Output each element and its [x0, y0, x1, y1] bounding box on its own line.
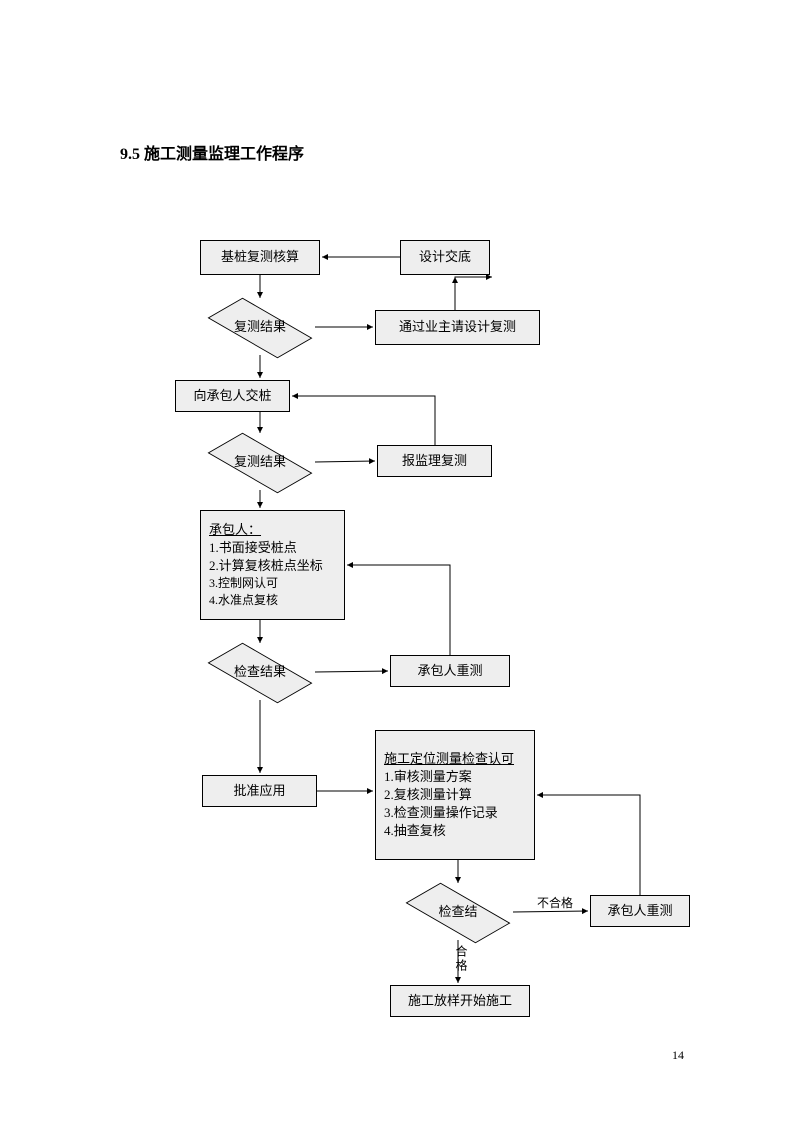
node-contractor-retest-2: 承包人重测: [590, 895, 690, 927]
node-item: 4.水准点复核: [209, 592, 336, 609]
node-title: 施工定位测量检查认可: [384, 750, 526, 768]
decision-retest-result-1: 复测结果: [205, 300, 315, 355]
node-start-construction: 施工放样开始施工: [390, 985, 530, 1017]
flowchart-connectors: [0, 0, 794, 1123]
node-request-design-retest: 通过业主请设计复测: [375, 310, 540, 345]
node-label: 承包人重测: [417, 662, 482, 680]
decision-retest-result-2: 复测结果: [205, 435, 315, 490]
node-label: 基桩复测核算: [221, 248, 299, 266]
node-construction-positioning: 施工定位测量检查认可 1.审核测量方案 2.复核测量计算 3.检查测量操作记录 …: [375, 730, 535, 860]
node-contractor-tasks: 承包人： 1.书面接受桩点 2.计算复核桩点坐标 3.控制网认可 4.水准点复核: [200, 510, 345, 620]
node-label: 向承包人交桩: [193, 387, 271, 405]
node-contractor-retest-1: 承包人重测: [390, 655, 510, 687]
decision-label: 复测结果: [234, 320, 286, 334]
node-label: 报监理复测: [402, 452, 467, 470]
node-item: 1.书面接受桩点: [209, 539, 336, 557]
page-number: 14: [672, 1048, 684, 1063]
node-label: 批准应用: [233, 782, 285, 800]
node-approve-application: 批准应用: [202, 775, 317, 807]
node-title: 承包人：: [209, 521, 336, 539]
decision-label: 检查结果: [234, 665, 286, 679]
section-heading: 9.5 施工测量监理工作程序: [120, 140, 304, 164]
decision-check-result-1: 检查结果: [205, 645, 315, 700]
node-report-supervision-retest: 报监理复测: [377, 445, 492, 477]
flowchart-canvas: 9.5 施工测量监理工作程序 基桩复测核算 设计交底 复测结果 通过业主请设计复…: [0, 0, 794, 1123]
node-item: 3.检查测量操作记录: [384, 804, 526, 822]
node-item: 3.控制网认可: [209, 575, 336, 592]
node-base-pile-review: 基桩复测核算: [200, 240, 320, 275]
node-item: 2.计算复核桩点坐标: [209, 557, 336, 575]
node-design-disclosure: 设计交底: [400, 240, 490, 275]
decision-label: 复测结果: [234, 455, 286, 469]
node-item: 2.复核测量计算: [384, 786, 526, 804]
edge-label-fail: 不合格: [537, 894, 573, 911]
node-label: 设计交底: [419, 248, 471, 266]
node-label: 施工放样开始施工: [408, 992, 512, 1010]
decision-check-result-2: 检查结: [403, 885, 513, 940]
edge-label-pass: 合格: [453, 945, 470, 973]
node-item: 4.抽查复核: [384, 822, 526, 840]
decision-label: 检查结: [438, 905, 477, 919]
node-handover-to-contractor: 向承包人交桩: [175, 380, 290, 412]
node-item: 1.审核测量方案: [384, 768, 526, 786]
node-label: 通过业主请设计复测: [399, 318, 516, 336]
node-label: 承包人重测: [607, 902, 672, 920]
